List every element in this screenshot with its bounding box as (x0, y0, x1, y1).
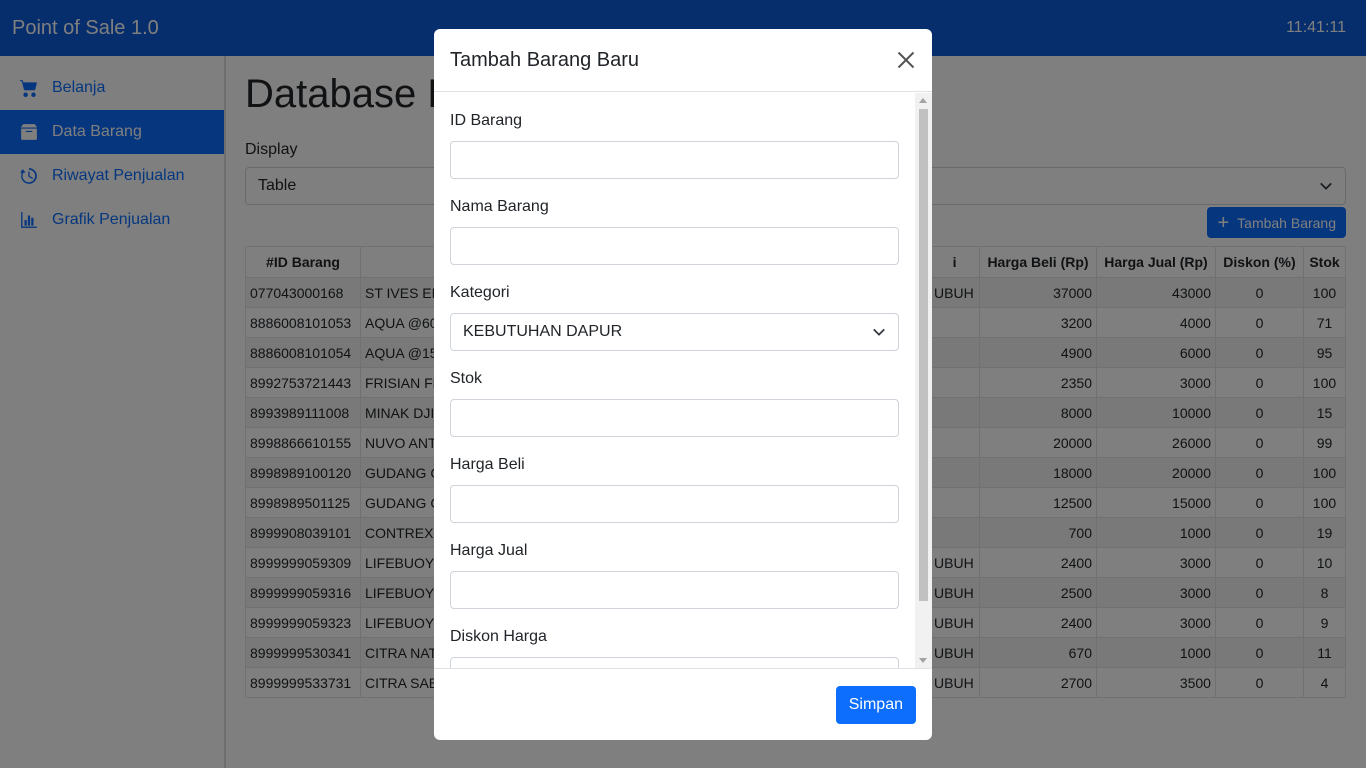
scroll-thumb[interactable] (919, 109, 928, 601)
nama-barang-label: Nama Barang (450, 198, 549, 215)
harga-jual-input[interactable] (450, 571, 899, 609)
chevron-down-icon (873, 328, 885, 336)
add-item-modal: Tambah Barang Baru ID Barang Nama Barang… (434, 29, 932, 740)
diskon-harga-input[interactable] (450, 657, 899, 668)
harga-beli-input[interactable] (450, 485, 899, 523)
diskon-harga-label: Diskon Harga (450, 628, 547, 645)
id-barang-input[interactable] (450, 141, 899, 179)
id-barang-label: ID Barang (450, 112, 523, 129)
modal-footer: Simpan (434, 668, 932, 740)
harga-beli-label: Harga Beli (450, 456, 525, 473)
nama-barang-input[interactable] (450, 227, 899, 265)
save-button[interactable]: Simpan (835, 685, 916, 724)
modal-header: Tambah Barang Baru (434, 29, 932, 92)
kategori-select-value: KEBUTUHAN DAPUR (463, 323, 623, 340)
modal-title: Tambah Barang Baru (450, 48, 640, 71)
scroll-up-icon[interactable] (919, 98, 927, 103)
harga-jual-label: Harga Jual (450, 542, 528, 559)
modal-scrollbar[interactable] (915, 93, 932, 668)
modal-body: ID Barang Nama Barang Kategori KEBUTUHAN… (434, 93, 932, 668)
kategori-label: Kategori (450, 284, 510, 301)
close-button[interactable] (894, 48, 918, 72)
stok-label: Stok (450, 370, 483, 387)
kategori-select[interactable]: KEBUTUHAN DAPUR (450, 313, 899, 351)
close-icon (897, 51, 915, 69)
scroll-down-icon[interactable] (919, 658, 927, 663)
stok-input[interactable] (450, 399, 899, 437)
